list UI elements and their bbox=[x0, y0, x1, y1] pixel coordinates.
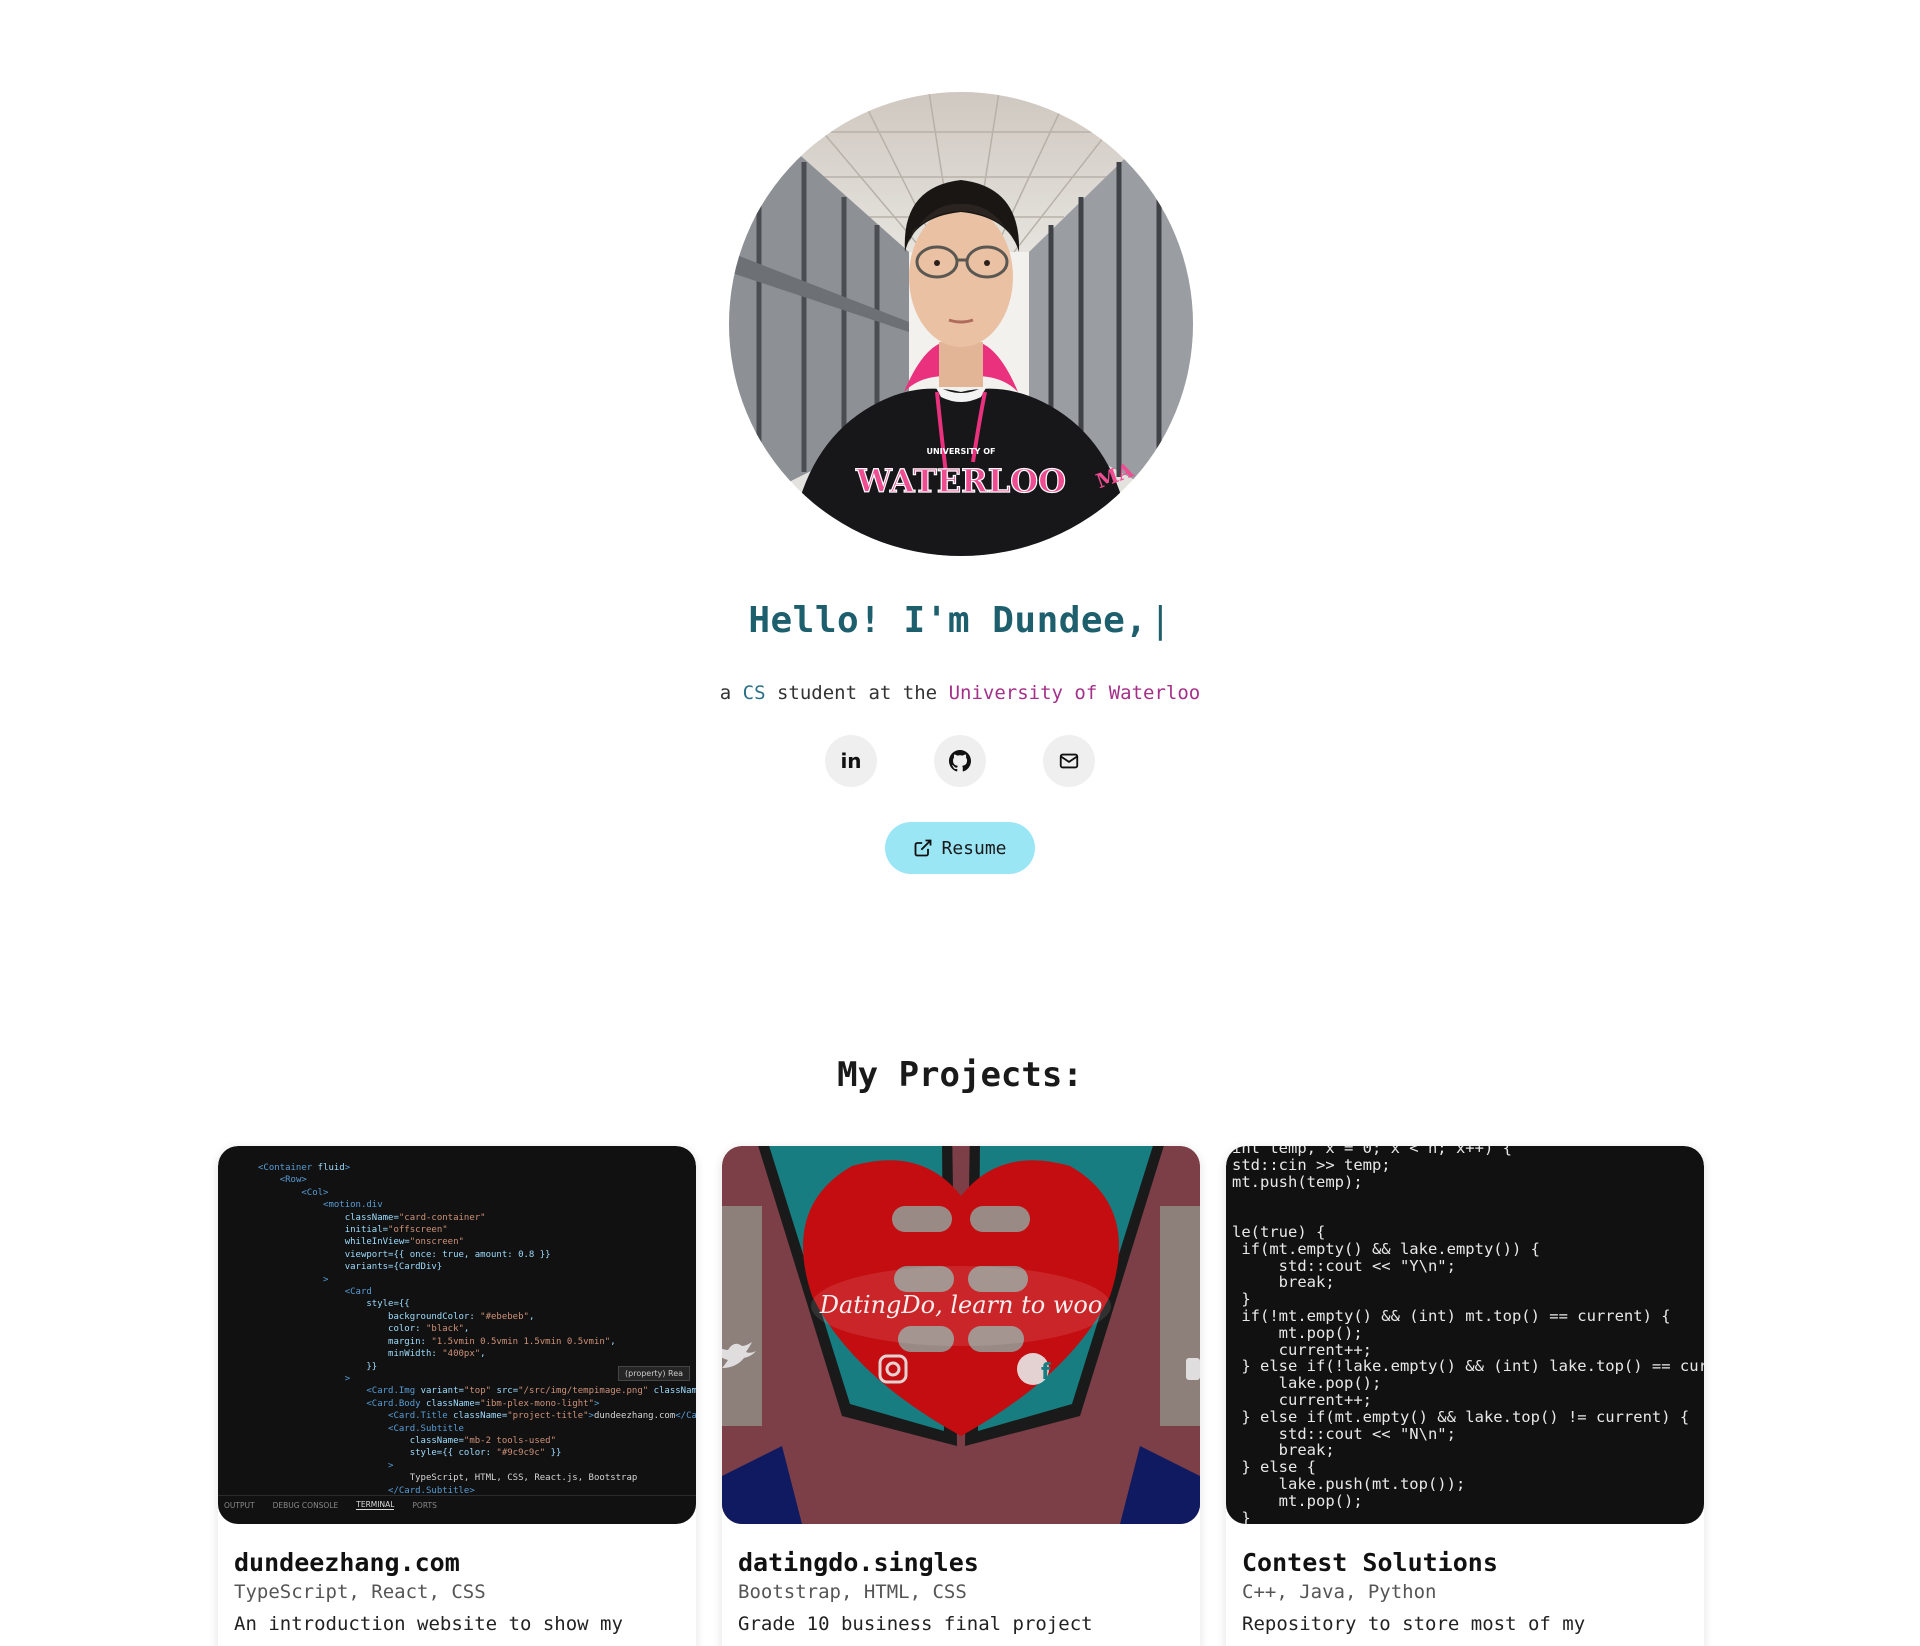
project-card-datingdo[interactable]: f DatingDo, learn to woo datingdo.single… bbox=[722, 1146, 1200, 1646]
subtitle-prefix: a bbox=[719, 682, 743, 704]
editor-panel-tabs: OUTPUT DEBUG CONSOLE TERMINAL PORTS bbox=[218, 1495, 696, 1514]
linkedin-button[interactable]: in bbox=[825, 735, 877, 787]
external-link-icon bbox=[915, 839, 932, 857]
code-screenshot: <Container fluid> <Row> <Col> <motion.di… bbox=[258, 1163, 696, 1496]
svg-text:f: f bbox=[1041, 1360, 1051, 1385]
projects-heading: My Projects: bbox=[837, 1055, 1083, 1095]
panel-tab-debug-console: DEBUG CONSOLE bbox=[272, 1500, 339, 1510]
svg-text:WATERLOO: WATERLOO bbox=[855, 462, 1066, 500]
portfolio-page: UNIVERSITY OF WATERLOO MA Hello! I'm Dun… bbox=[0, 0, 1920, 1646]
panel-tab-ports: PORTS bbox=[412, 1500, 437, 1510]
subtitle-university: University of Waterloo bbox=[948, 682, 1201, 704]
project-image: int temp, x = 0; x < n; x++) { std::cin … bbox=[1226, 1146, 1704, 1524]
profile-photo: UNIVERSITY OF WATERLOO MA bbox=[729, 92, 1193, 556]
hero-greeting: Hello! I'm Dundee,| bbox=[0, 600, 1920, 641]
project-title: datingdo.singles bbox=[738, 1548, 979, 1577]
hero-subtitle: a CS student at the University of Waterl… bbox=[0, 682, 1920, 704]
code-tooltip: (property) Rea bbox=[618, 1366, 691, 1381]
project-description: Repository to store most of my bbox=[1242, 1613, 1586, 1635]
mail-icon bbox=[1059, 753, 1079, 769]
code-screenshot: int temp, x = 0; x < n; x++) { std::cin … bbox=[1232, 1146, 1704, 1524]
svg-text:UNIVERSITY OF: UNIVERSITY OF bbox=[926, 447, 995, 456]
email-button[interactable] bbox=[1043, 735, 1095, 787]
project-description: Grade 10 business final project bbox=[738, 1613, 1093, 1635]
project-title: Contest Solutions bbox=[1242, 1548, 1498, 1577]
project-card-dundeezhang[interactable]: <Container fluid> <Row> <Col> <motion.di… bbox=[218, 1146, 696, 1646]
github-button[interactable] bbox=[934, 735, 986, 787]
project-tools: C++, Java, Python bbox=[1242, 1581, 1437, 1603]
image-caption: DatingDo, learn to woo bbox=[819, 1291, 1103, 1319]
project-tools: Bootstrap, HTML, CSS bbox=[738, 1581, 967, 1603]
linkedin-icon: in bbox=[840, 749, 862, 773]
project-card-contest-solutions[interactable]: int temp, x = 0; x < n; x++) { std::cin … bbox=[1226, 1146, 1704, 1646]
greeting-text: Hello! I'm Dundee, bbox=[748, 600, 1148, 641]
resume-button[interactable]: Resume bbox=[885, 822, 1035, 874]
project-description: An introduction website to show my bbox=[234, 1613, 623, 1635]
subtitle-cs: CS bbox=[742, 682, 766, 704]
project-title: dundeezhang.com bbox=[234, 1548, 460, 1577]
panel-tab-output: OUTPUT bbox=[224, 1500, 255, 1510]
resume-label: Resume bbox=[941, 837, 1007, 859]
project-image: <Container fluid> <Row> <Col> <motion.di… bbox=[218, 1146, 696, 1524]
social-links: in bbox=[0, 735, 1920, 787]
typing-cursor: | bbox=[1149, 600, 1172, 641]
project-tools: TypeScript, React, CSS bbox=[234, 1581, 486, 1603]
github-icon bbox=[949, 750, 971, 772]
subtitle-middle: student at the bbox=[765, 682, 949, 704]
project-image: f DatingDo, learn to woo bbox=[722, 1146, 1200, 1524]
panel-tab-terminal: TERMINAL bbox=[356, 1500, 395, 1510]
datingdo-illustration: f bbox=[722, 1146, 1200, 1524]
